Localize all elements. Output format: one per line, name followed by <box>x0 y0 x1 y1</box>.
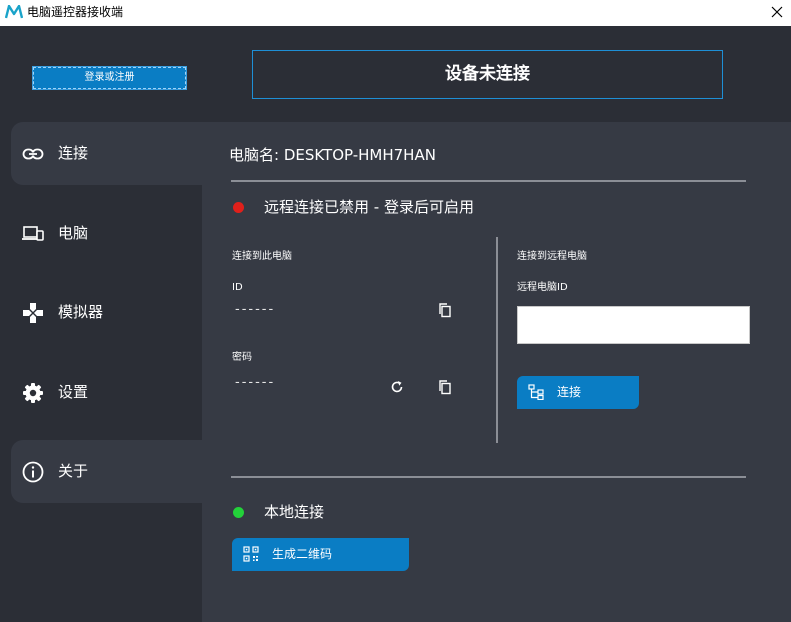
status-dot-red <box>233 202 244 213</box>
remote-id-label: 远程电脑ID <box>517 282 568 293</box>
sidebar-item-label: 电脑 <box>58 224 89 242</box>
sidebar-item-label: 模拟器 <box>58 303 104 321</box>
divider <box>231 476 746 478</box>
close-icon[interactable] <box>767 2 787 22</box>
generate-qr-label: 生成二维码 <box>272 547 333 561</box>
window-title: 电脑遥控器接收端 <box>27 5 124 19</box>
gamepad-icon <box>23 303 43 323</box>
copy-password-icon[interactable] <box>437 379 453 395</box>
id-label: ID <box>232 282 243 293</box>
main-panel: 电脑名: DESKTOP-HMH7HAN 远程连接已禁用 - 登录后可启用 连接… <box>202 122 791 622</box>
status-dot-green <box>233 507 244 518</box>
sidebar-item-label: 设置 <box>58 383 89 401</box>
qr-code-icon <box>243 546 259 562</box>
password-label: 密码 <box>232 352 252 363</box>
connection-status-banner: 设备未连接 <box>252 50 723 99</box>
link-icon <box>22 148 44 160</box>
local-status-text: 本地连接 <box>264 503 325 521</box>
generate-qr-button[interactable]: 生成二维码 <box>232 538 409 571</box>
network-icon <box>528 384 544 400</box>
id-value: ------ <box>235 302 276 317</box>
gear-icon <box>23 383 43 403</box>
column-divider <box>496 237 498 443</box>
title-bar: 电脑遥控器接收端 <box>0 0 791 26</box>
sidebar-item-emulator[interactable]: 模拟器 <box>11 281 202 344</box>
remote-id-input[interactable] <box>517 306 750 344</box>
info-icon <box>22 461 44 483</box>
divider <box>231 180 746 182</box>
devices-icon <box>22 226 44 241</box>
refresh-icon[interactable] <box>389 379 405 395</box>
pc-name: 电脑名: DESKTOP-HMH7HAN <box>229 146 436 164</box>
copy-id-icon[interactable] <box>437 302 453 318</box>
sidebar-item-computer[interactable]: 电脑 <box>11 202 202 265</box>
local-status-row: 本地连接 <box>233 502 533 522</box>
remote-pc-title: 连接到远程电脑 <box>517 251 587 262</box>
remote-status-row: 远程连接已禁用 - 登录后可启用 <box>233 197 633 217</box>
sidebar-item-label: 关于 <box>58 462 89 480</box>
connect-button[interactable]: 连接 <box>517 376 639 409</box>
sidebar-item-about[interactable]: 关于 <box>11 440 202 503</box>
connect-button-label: 连接 <box>557 385 582 399</box>
remote-status-text: 远程连接已禁用 - 登录后可启用 <box>264 198 474 216</box>
m-logo-icon <box>5 5 23 19</box>
password-value: ------ <box>235 375 276 390</box>
this-pc-title: 连接到此电脑 <box>232 251 292 262</box>
sidebar-item-connect[interactable]: 连接 <box>11 122 202 185</box>
sidebar-item-settings[interactable]: 设置 <box>11 361 202 424</box>
sidebar: 登录或注册 连接 电脑 模拟器 设置 关于 <box>0 26 202 622</box>
sidebar-item-label: 连接 <box>58 144 89 162</box>
login-button[interactable]: 登录或注册 <box>32 66 187 90</box>
